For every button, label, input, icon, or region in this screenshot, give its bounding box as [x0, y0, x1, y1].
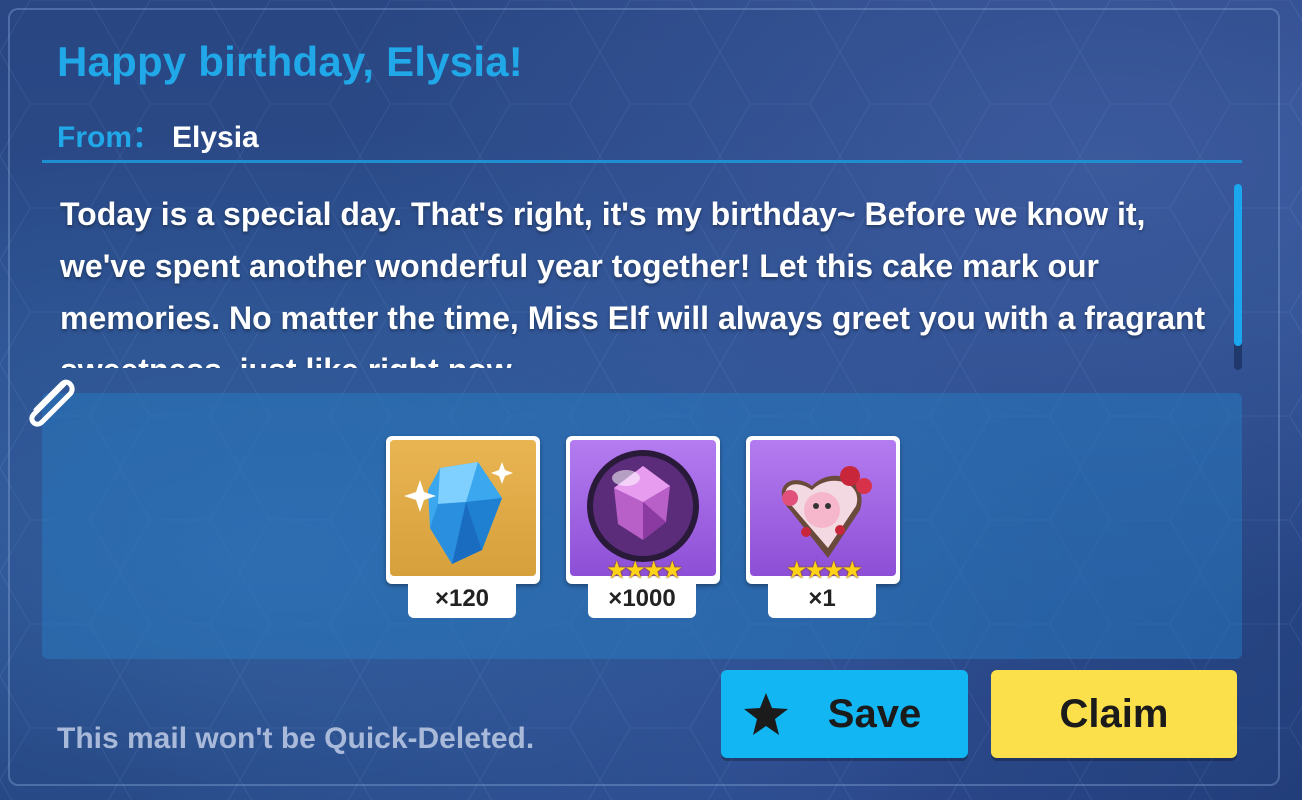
- mail-title: Happy birthday, Elysia!: [57, 38, 523, 85]
- mail-body-scroll-area[interactable]: Today is a special day. That's right, it…: [60, 188, 1220, 368]
- paperclip-icon: [29, 379, 75, 427]
- from-value: Elysia: [172, 121, 259, 154]
- mail-sender: From： Elysia: [57, 112, 259, 156]
- item-count: ×1000: [588, 582, 696, 618]
- mail-body-text: Today is a special day. That's right, it…: [60, 196, 1206, 368]
- item-card: ★★★★: [746, 436, 900, 584]
- attachments-panel: ×120 ★★★★ ×1000 ★★★★ ×1: [42, 393, 1242, 659]
- item-count: ×120: [408, 582, 516, 618]
- scrollbar-thumb[interactable]: [1234, 184, 1242, 346]
- rarity-stars: ★★★★: [785, 557, 863, 584]
- mail-screen: Happy birthday, Elysia! From： Elysia Toda…: [0, 0, 1302, 800]
- save-button-label: Save: [827, 691, 922, 736]
- mail-body-scrollbar[interactable]: [1234, 184, 1242, 370]
- item-background: [390, 440, 536, 576]
- quick-delete-note: This mail won't be Quick-Deleted.: [57, 722, 535, 755]
- item-count: ×1: [768, 582, 876, 618]
- star-icon: [744, 693, 788, 735]
- attachment-item-crystal[interactable]: ×120: [386, 436, 540, 620]
- save-button[interactable]: Save: [721, 670, 968, 758]
- header-divider: [42, 160, 1242, 163]
- from-label: From：: [57, 121, 162, 154]
- rarity-stars: ★★★★: [605, 557, 683, 584]
- item-card: [386, 436, 540, 584]
- attachment-item-orb[interactable]: ★★★★ ×1000: [566, 436, 720, 620]
- attachment-item-cake[interactable]: ★★★★ ×1: [746, 436, 900, 620]
- item-card: ★★★★: [566, 436, 720, 584]
- claim-button-label: Claim: [1059, 691, 1169, 736]
- claim-button[interactable]: Claim: [991, 670, 1237, 758]
- crystal-icon: [404, 462, 513, 564]
